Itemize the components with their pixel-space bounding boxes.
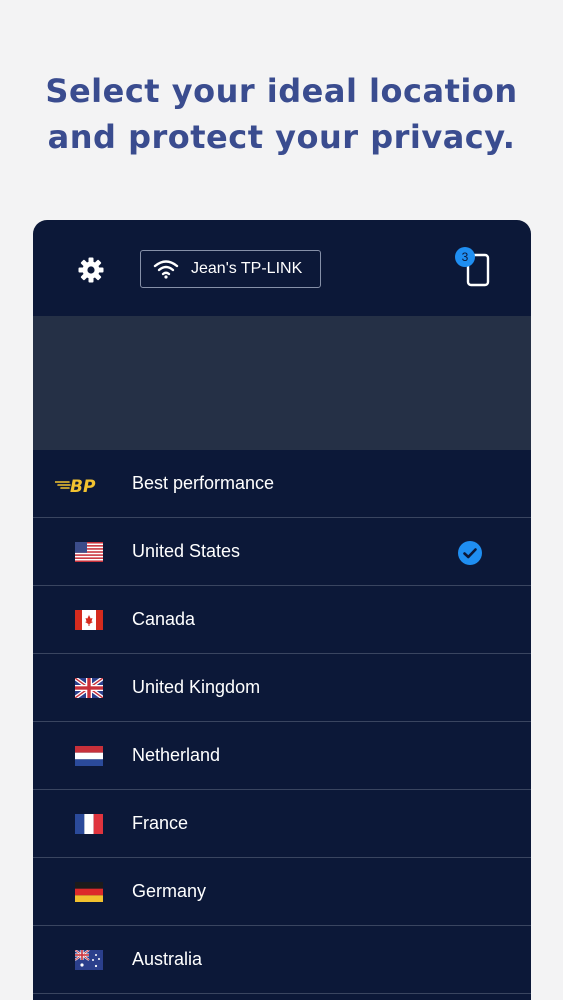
location-item-netherland[interactable]: Netherland <box>33 722 531 790</box>
location-item-australia[interactable]: Australia <box>33 926 531 994</box>
location-label: Canada <box>132 609 196 629</box>
headline: Select your ideal location and protect y… <box>0 68 563 160</box>
best-performance-logo: BP <box>55 477 96 495</box>
location-label: Best performance <box>132 473 275 493</box>
gear-icon[interactable] <box>77 256 105 284</box>
map-area <box>33 316 531 450</box>
location-label: France <box>132 813 189 833</box>
location-item-best-performance[interactable]: BP Best performance <box>33 450 531 518</box>
device-count-badge: 3 <box>455 247 475 267</box>
network-selector[interactable]: Jean's TP-LINK <box>140 250 321 288</box>
network-name: Jean's TP-LINK <box>191 260 303 277</box>
location-item-germany[interactable]: Germany <box>33 858 531 926</box>
canada-flag-icon <box>75 610 103 630</box>
wifi-icon <box>153 260 179 279</box>
location-label: Australia <box>132 949 203 969</box>
headline-line-1: Select your ideal location <box>45 72 518 110</box>
germany-flag-icon <box>75 882 103 902</box>
check-icon <box>458 541 482 565</box>
headline-line-2: and protect your privacy. <box>47 118 516 156</box>
location-item-united-states[interactable]: United States <box>33 518 531 586</box>
us-flag-icon <box>75 542 103 562</box>
top-bar: Jean's TP-LINK 3 <box>33 220 531 316</box>
svg-text:BP: BP <box>70 477 96 495</box>
location-list: BP Best performance United States Canada… <box>33 450 531 994</box>
france-flag-icon <box>75 814 103 834</box>
app-panel: Jean's TP-LINK 3 BP Best performance Uni… <box>33 220 531 1000</box>
uk-flag-icon <box>75 678 103 698</box>
location-item-united-kingdom[interactable]: United Kingdom <box>33 654 531 722</box>
netherlands-flag-icon <box>75 746 103 766</box>
location-label: Netherland <box>132 745 221 765</box>
location-item-france[interactable]: France <box>33 790 531 858</box>
location-item-canada[interactable]: Canada <box>33 586 531 654</box>
australia-flag-icon <box>75 950 103 970</box>
location-label: United States <box>132 541 241 561</box>
location-label: United Kingdom <box>132 677 261 697</box>
location-label: Germany <box>132 881 207 901</box>
